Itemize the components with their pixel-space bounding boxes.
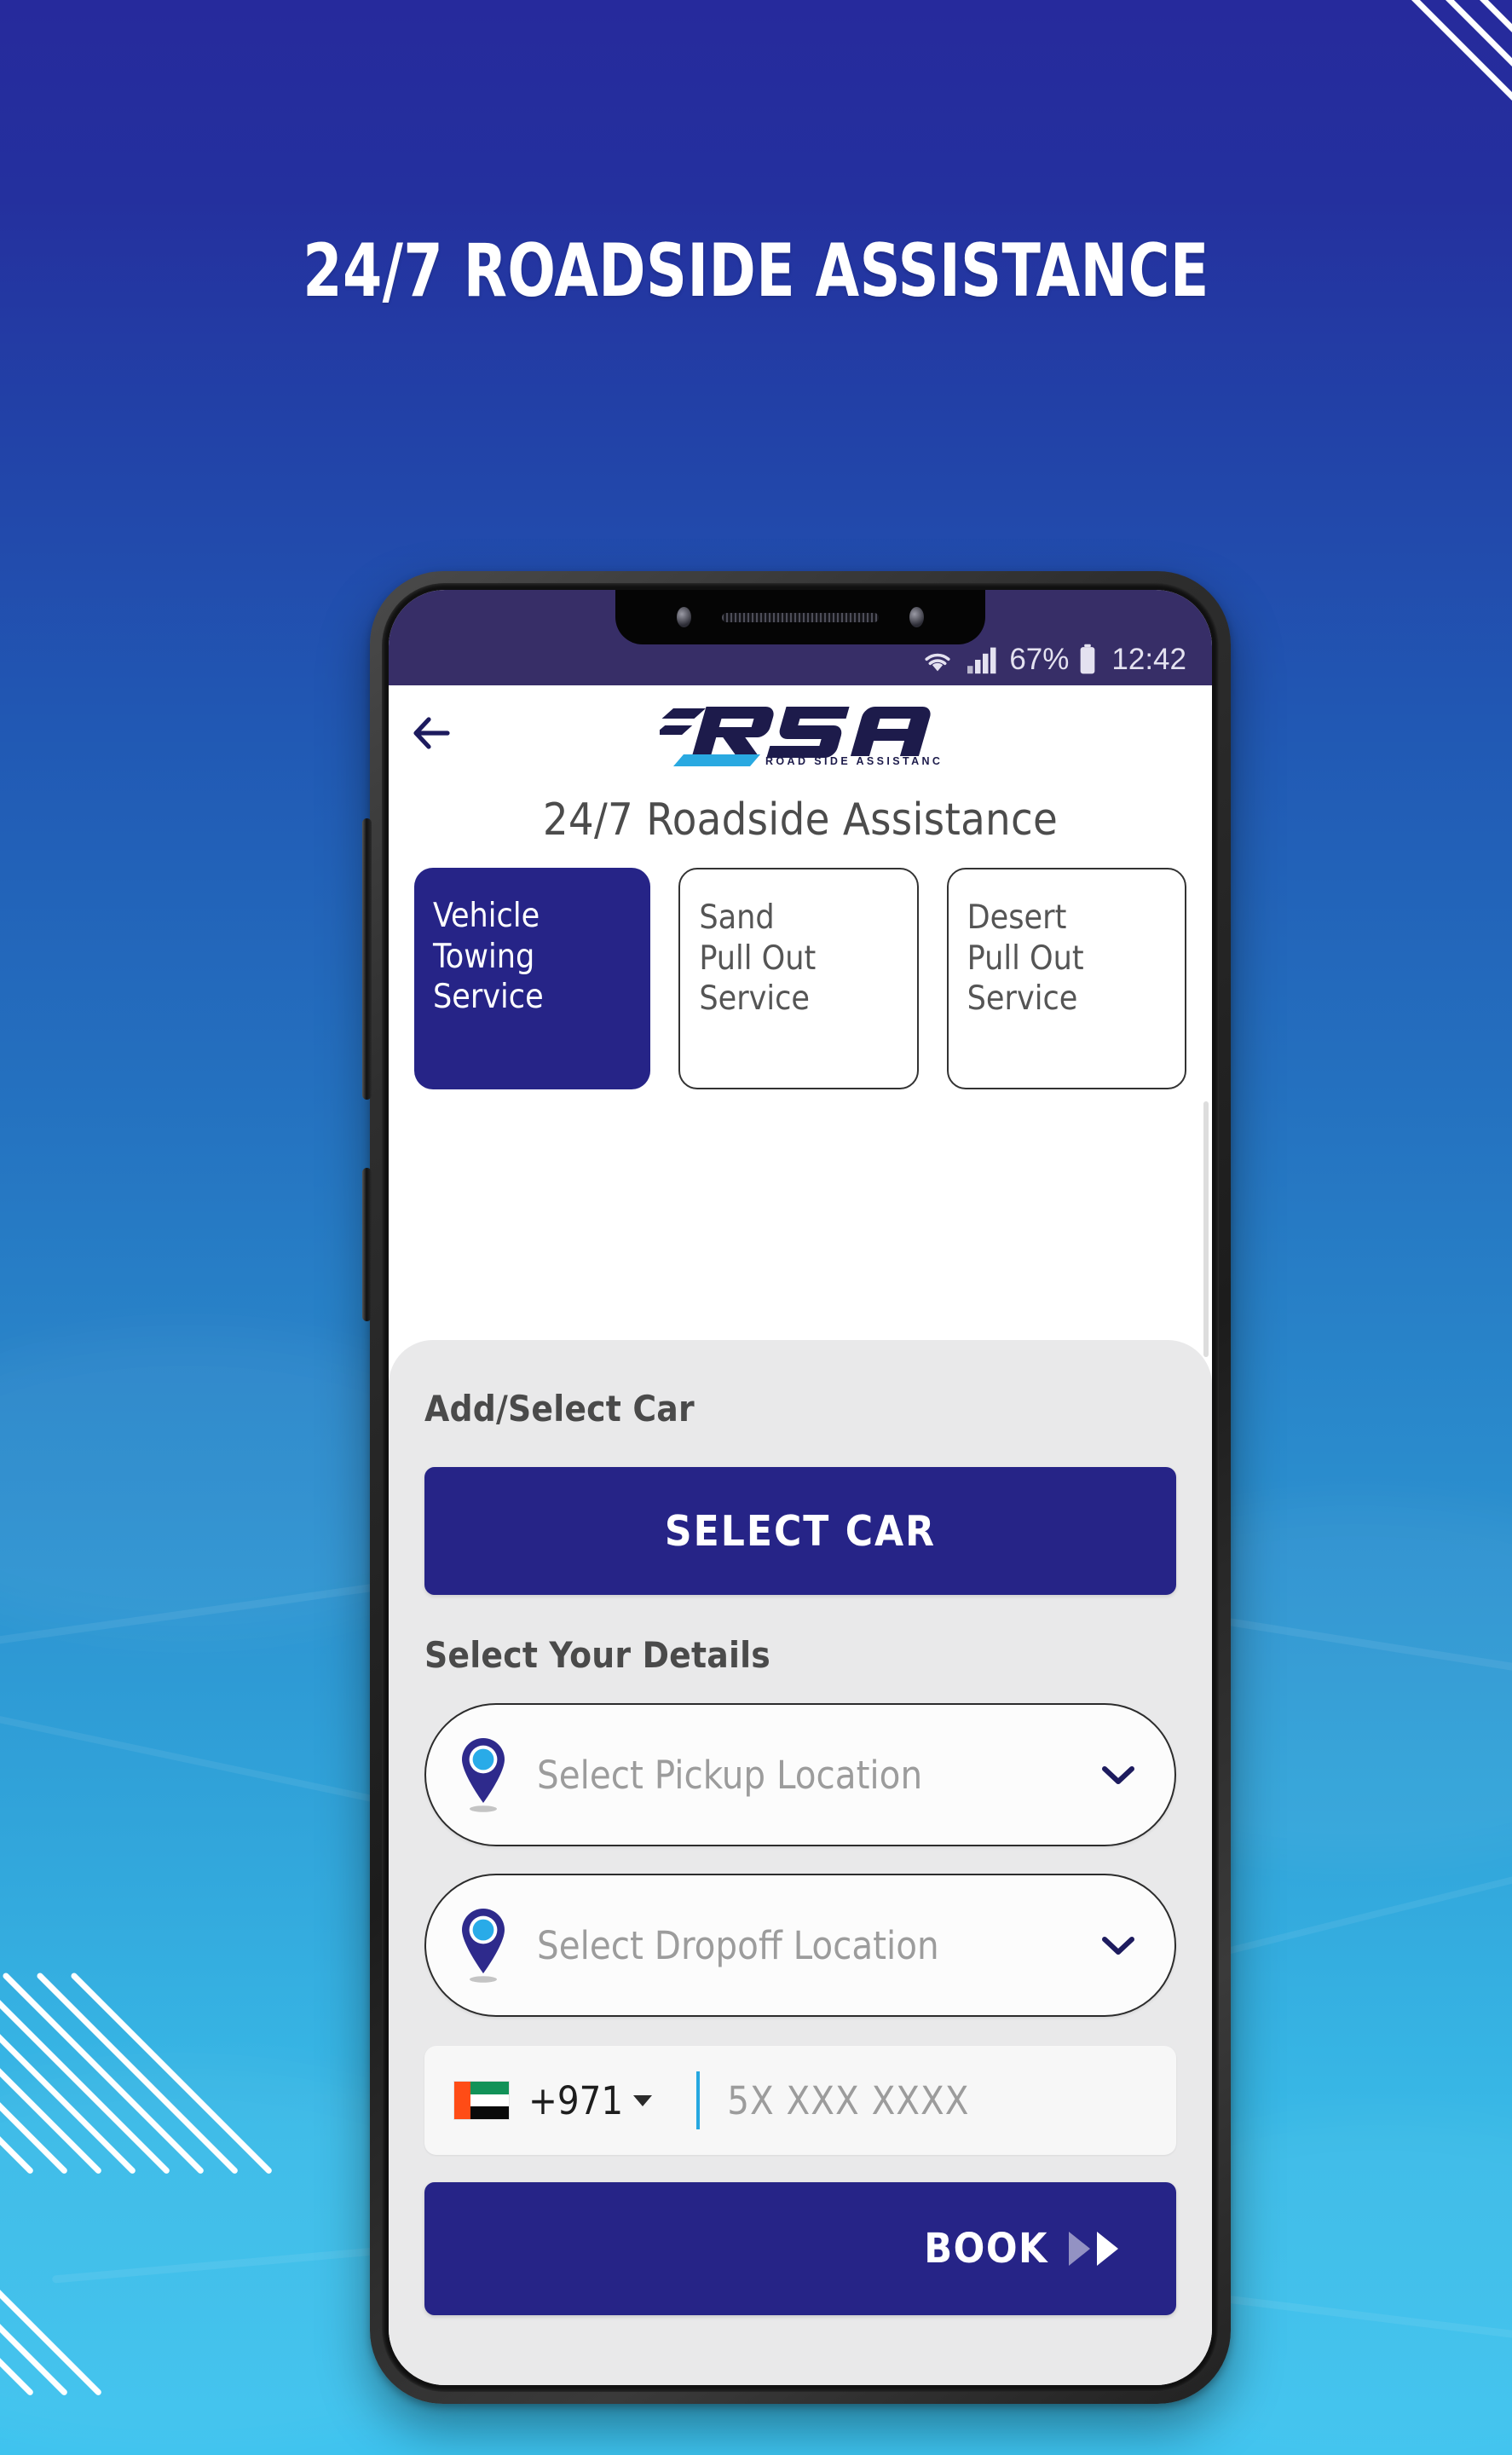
- decor-stripes-bottom-left: [0, 1935, 274, 2455]
- volume-rocker-button[interactable]: [362, 818, 372, 1100]
- phone-bezel: 67% 12:42 ROAD SIDE ASSISTANCE 24/7 Road…: [382, 583, 1219, 2392]
- service-options-row: Vehicle Towing Service Sand Pull Out Ser…: [389, 868, 1212, 1171]
- country-dial-code[interactable]: +971: [528, 2078, 623, 2123]
- scrollbar-thumb[interactable]: [1203, 1101, 1209, 1357]
- bg-map-line: [0, 1706, 422, 1813]
- uae-flag-icon: [453, 2081, 510, 2120]
- status-icons: 67% 12:42: [919, 643, 1186, 677]
- svg-text:ROAD SIDE ASSISTANCE: ROAD SIDE ASSISTANCE: [765, 755, 941, 767]
- service-chip-line: Pull Out: [699, 939, 817, 978]
- display-notch: [615, 590, 985, 644]
- battery-percent-label: 67%: [1009, 643, 1070, 676]
- earpiece-speaker-icon: [722, 612, 879, 622]
- select-car-button[interactable]: SELECT CAR: [424, 1467, 1176, 1595]
- front-camera-icon: [677, 607, 691, 627]
- dropoff-location-select[interactable]: Select Dropoff Location: [424, 1874, 1176, 2017]
- battery-icon: [1077, 644, 1098, 676]
- service-chip-line: Vehicle: [433, 897, 540, 935]
- chevron-down-icon: [1099, 1762, 1137, 1788]
- service-chip-line: Service: [433, 978, 544, 1017]
- service-chip-line: Pull Out: [967, 939, 1084, 978]
- service-chip-line: Desert: [967, 898, 1067, 937]
- pickup-location-select[interactable]: Select Pickup Location: [424, 1703, 1176, 1846]
- map-pin-icon: [457, 1735, 510, 1815]
- double-arrow-right-icon: [1069, 2232, 1118, 2266]
- text-cursor: [696, 2071, 701, 2129]
- status-bar: 67% 12:42: [389, 590, 1212, 685]
- wifi-icon: [919, 644, 956, 675]
- app-header: ROAD SIDE ASSISTANCE: [389, 685, 1212, 781]
- front-camera-icon: [909, 607, 924, 627]
- service-chip-line: Towing: [433, 937, 535, 976]
- service-chip-desert-pull-out[interactable]: Desert Pull Out Service: [946, 868, 1186, 1089]
- chevron-down-icon: [1099, 1932, 1137, 1958]
- service-chip-vehicle-towing[interactable]: Vehicle Towing Service: [414, 868, 651, 1089]
- phone-number-row: +971: [424, 2046, 1176, 2155]
- caret-down-icon[interactable]: [633, 2094, 653, 2106]
- back-arrow-icon: [412, 713, 468, 754]
- service-chip-line: Service: [699, 979, 811, 1019]
- phone-number-input[interactable]: [727, 2077, 1169, 2123]
- add-select-car-label: Add/Select Car: [424, 1388, 695, 1430]
- signal-bars-icon: [965, 644, 1001, 675]
- map-pin-icon: [457, 1905, 510, 1985]
- service-chip-sand-pull-out[interactable]: Sand Pull Out Service: [678, 868, 919, 1089]
- select-details-label: Select Your Details: [424, 1634, 770, 1676]
- power-button[interactable]: [362, 1168, 372, 1321]
- rsa-logo: ROAD SIDE ASSISTANCE: [660, 696, 941, 770]
- service-chip-line: Service: [967, 979, 1078, 1019]
- page-title: 24/7 Roadside Assistance: [389, 781, 1212, 868]
- book-button-label: BOOK: [924, 2225, 1048, 2273]
- poster-headline: 24/7 ROADSIDE ASSISTANCE: [303, 228, 1209, 314]
- booking-form-panel: Add/Select Car SELECT CAR Select Your De…: [389, 1340, 1212, 2385]
- pickup-location-placeholder: Select Pickup Location: [537, 1752, 923, 1798]
- phone-mockup: 67% 12:42 ROAD SIDE ASSISTANCE 24/7 Road…: [362, 571, 1231, 2404]
- phone-screen: 67% 12:42 ROAD SIDE ASSISTANCE 24/7 Road…: [389, 590, 1212, 2385]
- poster-canvas: 24/7 ROADSIDE ASSISTANCE 67% 12:42 ROAD …: [0, 0, 1512, 2455]
- dropoff-location-placeholder: Select Dropoff Location: [537, 1922, 939, 1968]
- clock-label: 12:42: [1111, 643, 1186, 676]
- book-button[interactable]: BOOK: [424, 2182, 1176, 2315]
- back-button[interactable]: [389, 685, 491, 781]
- service-chip-line: Sand: [699, 898, 775, 937]
